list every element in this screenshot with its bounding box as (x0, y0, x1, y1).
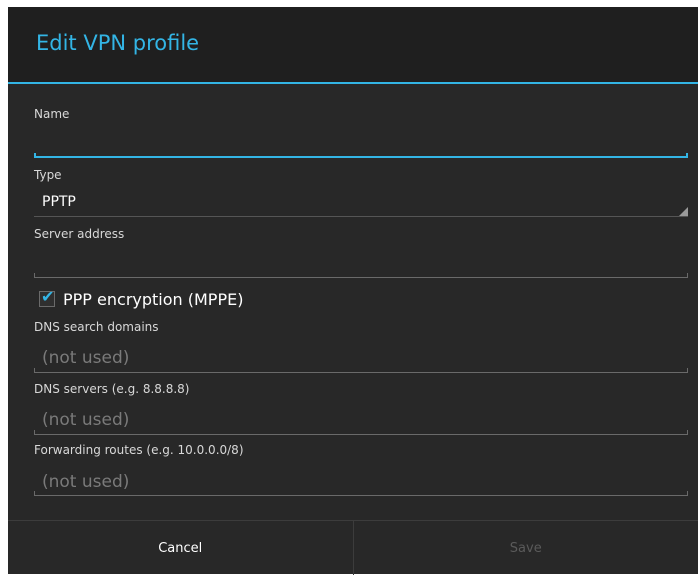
dialog-title-bar: Edit VPN profile (8, 7, 698, 82)
forwarding-routes-input[interactable] (42, 471, 682, 493)
cancel-button[interactable]: Cancel (8, 521, 354, 575)
name-input[interactable] (42, 133, 682, 155)
dialog-title: Edit VPN profile (36, 31, 199, 55)
dns-search-domains-input[interactable] (42, 347, 682, 369)
name-input-underline (34, 156, 688, 158)
name-label: Name (34, 107, 69, 121)
dns-search-domains-label: DNS search domains (34, 320, 159, 334)
server-address-input[interactable] (42, 253, 682, 275)
dialog-button-bar: Cancel Save (8, 520, 698, 575)
type-spinner-underline (34, 216, 688, 217)
ppp-encryption-label: PPP encryption (MPPE) (63, 290, 243, 309)
dns-servers-underline (34, 434, 688, 435)
title-divider (8, 82, 698, 84)
dns-search-domains-underline (34, 372, 688, 373)
type-label: Type (34, 168, 62, 182)
forwarding-routes-underline (34, 495, 688, 496)
checkmark-icon: ✔ (41, 289, 54, 305)
type-spinner[interactable]: PPTP (34, 191, 688, 217)
ppp-encryption-row[interactable]: ✔ PPP encryption (MPPE) (39, 287, 243, 311)
edit-vpn-dialog: Edit VPN profile Name Type PPTP Server a… (8, 7, 698, 574)
server-address-underline (34, 277, 688, 278)
save-button[interactable]: Save (354, 521, 698, 575)
dns-servers-label: DNS servers (e.g. 8.8.8.8) (34, 382, 190, 396)
ppp-encryption-checkbox[interactable]: ✔ (39, 291, 55, 307)
server-address-label: Server address (34, 227, 124, 241)
dropdown-triangle-icon (679, 207, 688, 216)
dns-servers-input[interactable] (42, 409, 682, 431)
type-selected-value: PPTP (42, 194, 76, 210)
forwarding-routes-label: Forwarding routes (e.g. 10.0.0.0/8) (34, 443, 244, 457)
